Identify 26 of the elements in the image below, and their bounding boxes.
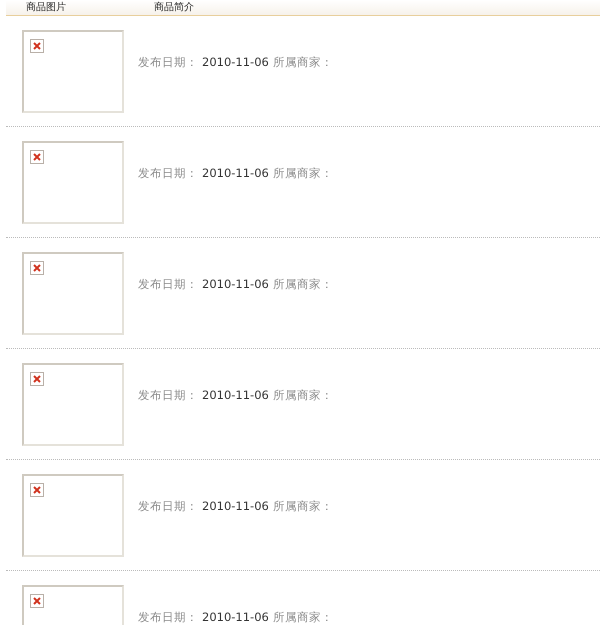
- date-label: 发布日期：: [138, 498, 198, 514]
- merchant-label: 所属商家：: [272, 610, 333, 624]
- date-label: 发布日期：: [138, 610, 198, 624]
- merchant-label: 所属商家：: [272, 54, 333, 70]
- publish-date: 2010-11-06: [202, 54, 269, 70]
- broken-image-icon: [30, 38, 44, 52]
- publish-date: 2010-11-06: [202, 498, 269, 514]
- date-label: 发布日期：: [138, 276, 198, 292]
- publish-date: 2010-11-06: [202, 276, 269, 292]
- publish-date: 2010-11-06: [202, 166, 269, 180]
- broken-image-icon: [30, 150, 44, 164]
- broken-image-icon: [30, 482, 44, 496]
- broken-image-icon: [30, 372, 44, 386]
- date-label: 发布日期：: [138, 54, 198, 70]
- column-header: 商品简介: [154, 2, 194, 14]
- merchant-label: 所属商家：: [272, 276, 333, 292]
- merchant-label: 所属商家：: [272, 388, 333, 402]
- date-label: 发布日期：: [138, 388, 198, 402]
- publish-date: 2010-11-06: [202, 388, 269, 402]
- date-label: 发布日期：: [138, 166, 198, 180]
- publish-date: 2010-11-06: [202, 610, 269, 624]
- broken-image-icon: [30, 594, 44, 608]
- merchant-label: 所属商家：: [272, 166, 333, 180]
- merchant-label: 所属商家：: [272, 498, 333, 514]
- broken-image-icon: [30, 260, 44, 274]
- column-header: 商品图片: [26, 2, 67, 14]
